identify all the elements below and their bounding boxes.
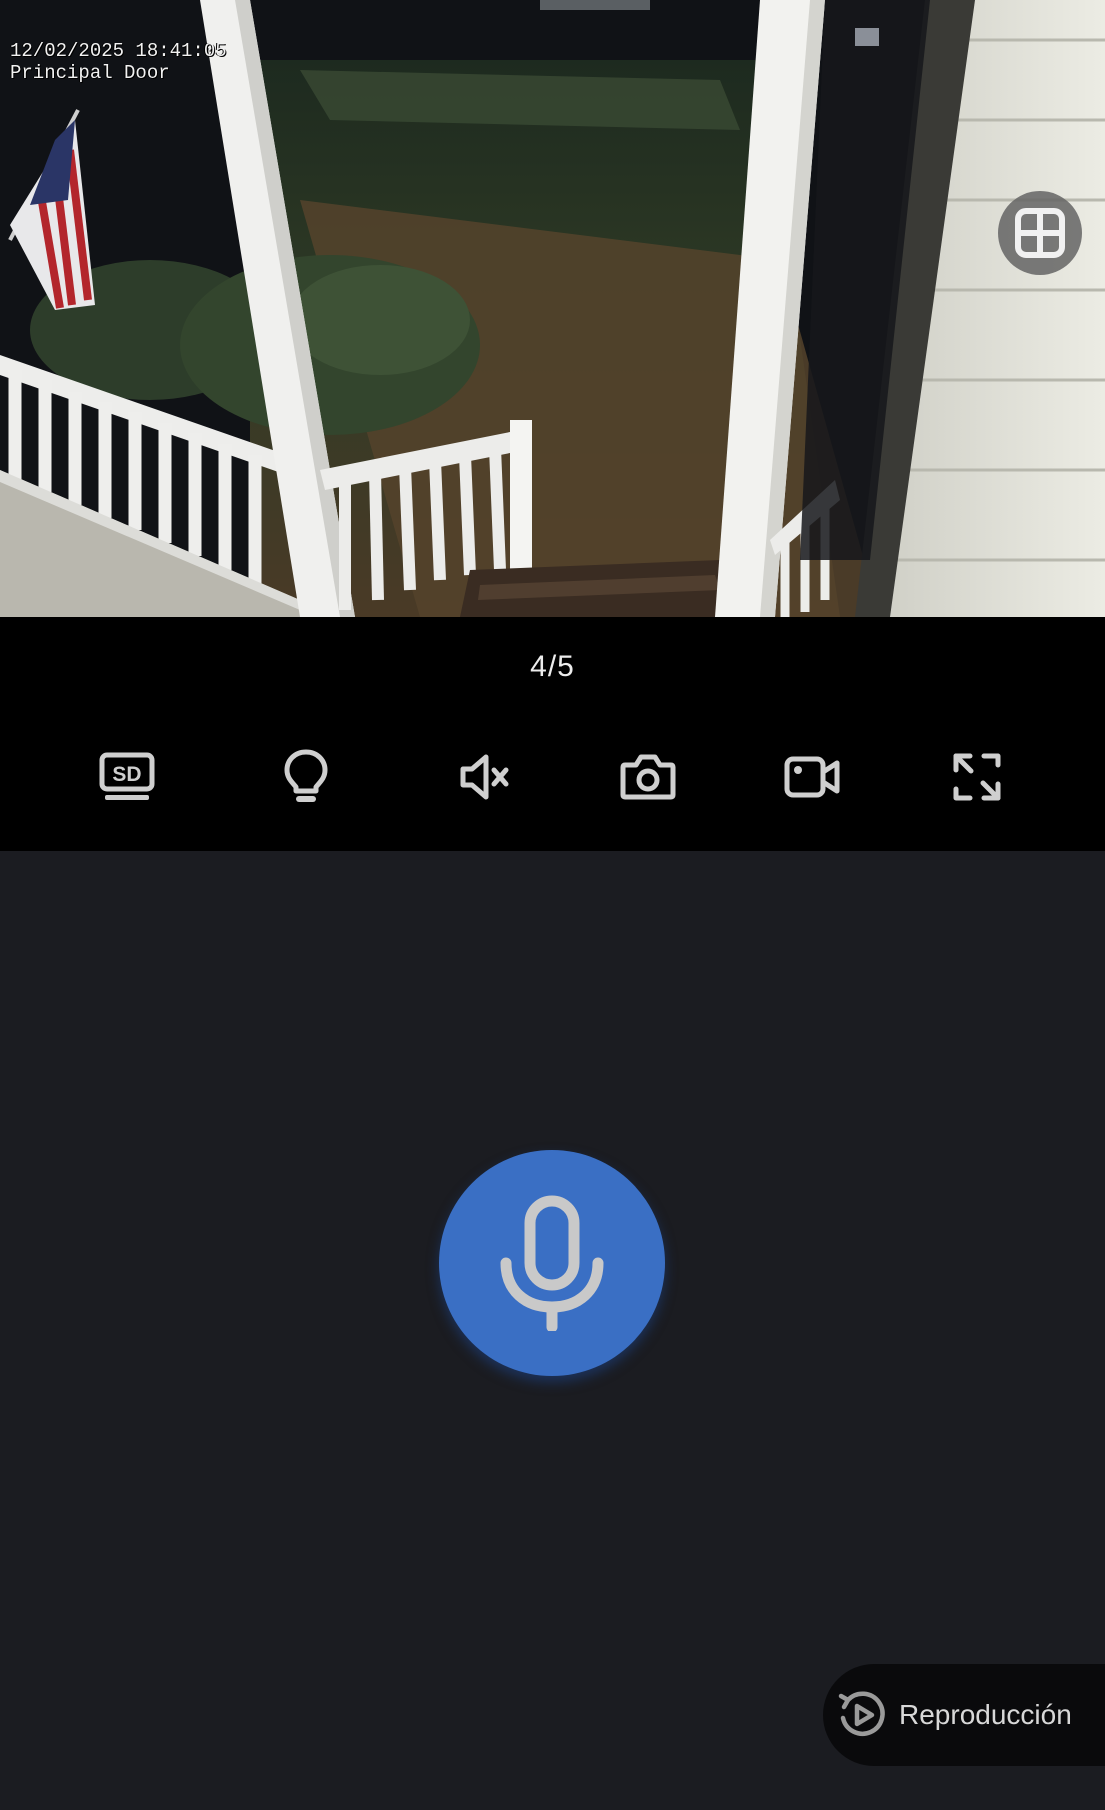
replay-icon — [838, 1691, 885, 1736]
fullscreen-icon — [953, 753, 1001, 801]
sd-quality-icon: SD — [99, 752, 155, 800]
camera-timestamp: 12/02/2025 18:41:05 — [10, 40, 227, 62]
control-bar: 4/5 SD — [0, 617, 1105, 851]
playback-button[interactable]: Reproducción — [823, 1664, 1105, 1766]
light-bulb-icon — [284, 749, 328, 802]
grid-view-button[interactable] — [998, 191, 1082, 275]
camera-osd: 12/02/2025 18:41:05 Principal Door — [10, 0, 227, 106]
fullscreen-button[interactable] — [937, 737, 1017, 817]
light-button[interactable] — [266, 737, 346, 817]
camera-feed[interactable]: 12/02/2025 18:41:05 Principal Door — [0, 0, 1105, 617]
camera-name: Principal Door — [10, 62, 170, 84]
playback-label: Reproducción — [899, 1699, 1072, 1730]
sd-quality-button[interactable]: SD — [87, 737, 167, 817]
mute-button[interactable] — [445, 737, 525, 817]
microphone-icon — [500, 1195, 604, 1331]
sd-label: SD — [112, 763, 141, 786]
push-to-talk-button[interactable] — [439, 1150, 665, 1376]
video-record-icon — [784, 756, 840, 798]
camera-snapshot-icon — [620, 754, 676, 800]
record-button[interactable] — [772, 737, 852, 817]
grid-view-icon — [1015, 208, 1065, 258]
snapshot-button[interactable] — [608, 737, 688, 817]
speaker-muted-icon — [460, 754, 509, 800]
page-indicator: 4/5 — [530, 650, 575, 683]
